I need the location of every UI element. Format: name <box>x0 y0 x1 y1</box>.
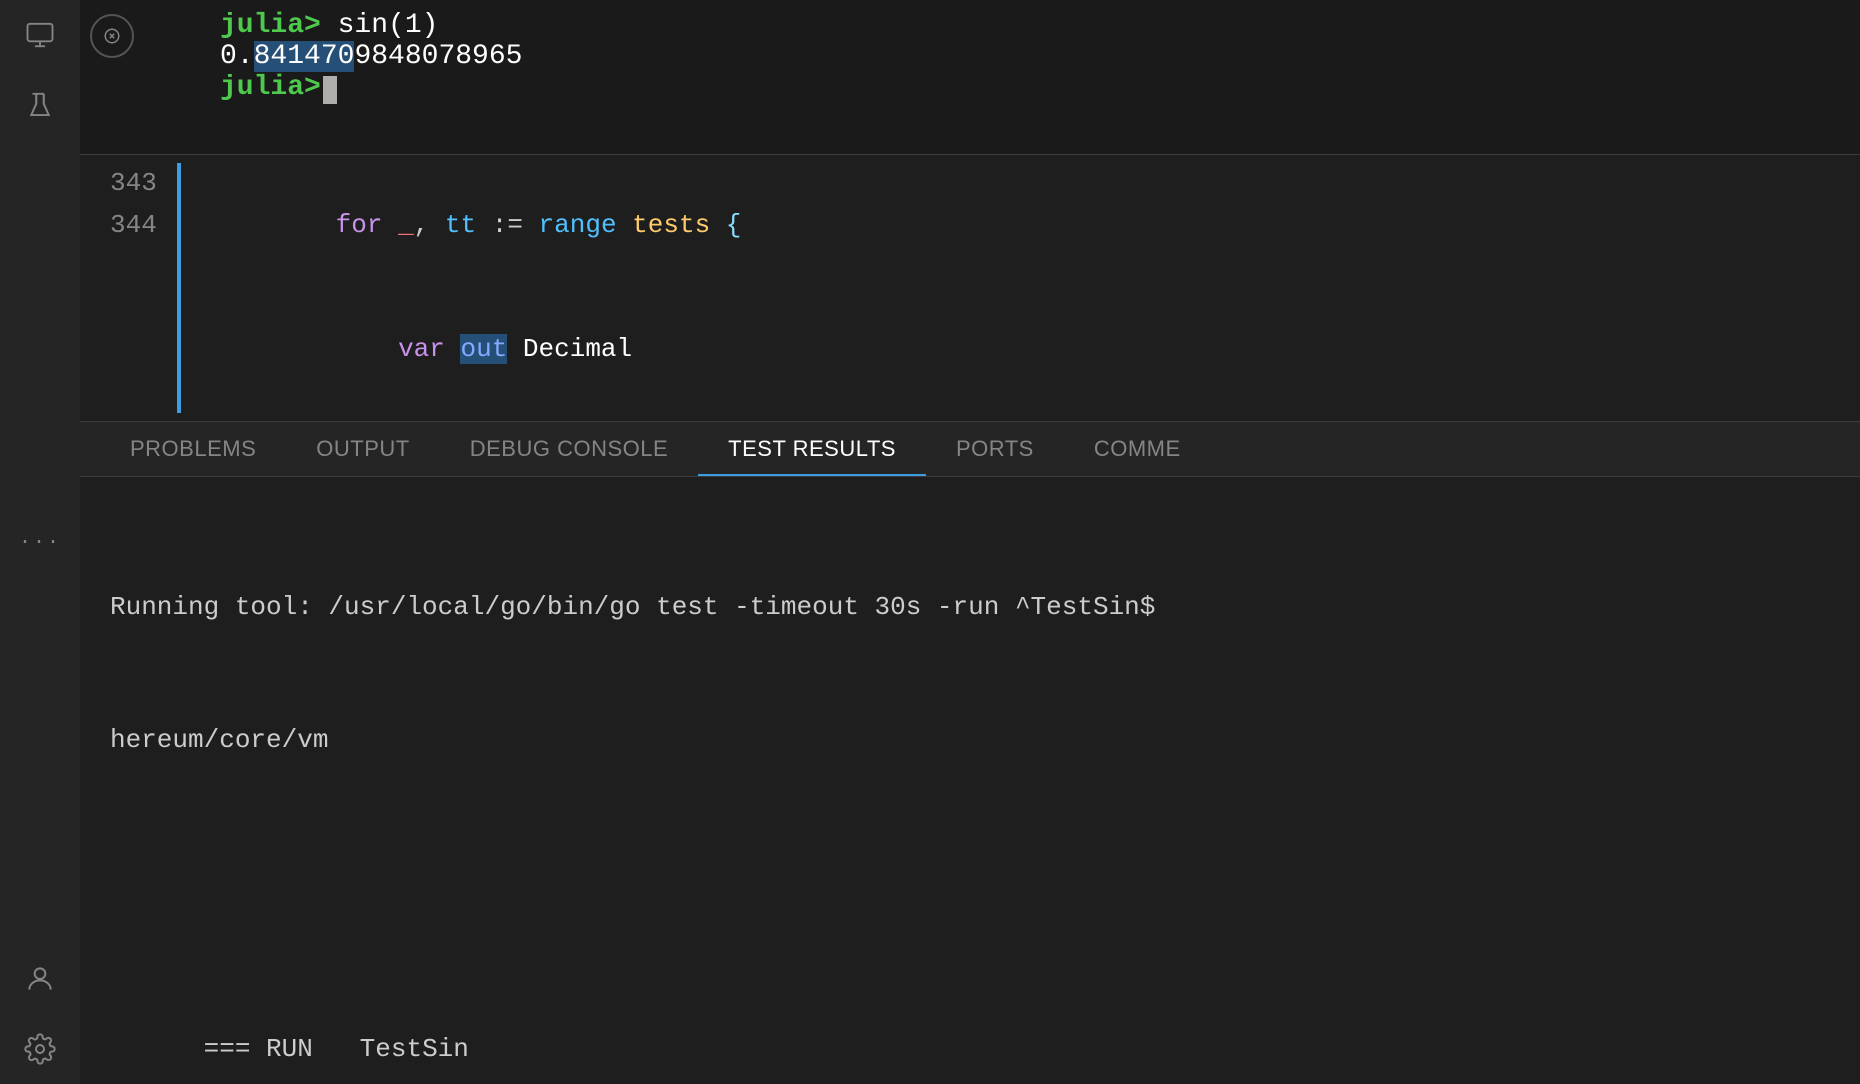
julia-prompt1: julia> <box>220 10 321 41</box>
code-editor: 343 344 for _, tt := range tests { var o… <box>80 155 1860 422</box>
terminal-section: julia> sin(1) 0.8414709848078965 julia> <box>80 0 1860 155</box>
julia-prompt2: julia> <box>220 72 321 103</box>
terminal-cursor <box>323 76 337 104</box>
line-numbers: 343 344 <box>80 163 177 413</box>
tab-ports[interactable]: PORTS <box>926 422 1064 476</box>
julia-result: 0.8414709848078965 <box>220 41 522 72</box>
sidebar: ··· <box>0 0 80 1084</box>
monitor-icon[interactable] <box>15 10 65 60</box>
main-content: julia> sin(1) 0.8414709848078965 julia> … <box>80 0 1860 1084</box>
code-line-344: var out Decimal <box>211 288 742 413</box>
julia-line1: julia> sin(1) <box>160 10 1840 41</box>
blank-line1 <box>110 850 1830 894</box>
terminal-close-button[interactable] <box>90 14 134 58</box>
running-tool-line2: hereum/core/vm <box>110 718 1830 762</box>
line-num-343: 343 <box>110 163 157 205</box>
tab-output[interactable]: OUTPUT <box>286 422 439 476</box>
ellipsis-icon: ··· <box>15 517 65 567</box>
panel-tabs: PROBLEMS OUTPUT DEBUG CONSOLE TEST RESUL… <box>80 422 1860 477</box>
tab-problems[interactable]: PROBLEMS <box>100 422 286 476</box>
julia-command: sin(1) <box>321 10 439 41</box>
tab-debug-console[interactable]: DEBUG CONSOLE <box>440 422 698 476</box>
running-tool-line1: Running tool: /usr/local/go/bin/go test … <box>110 585 1830 629</box>
line-num-344: 344 <box>110 205 157 247</box>
flask-icon[interactable] <box>15 80 65 130</box>
code-line-343: for _, tt := range tests { <box>211 163 742 288</box>
tab-comments[interactable]: COMME <box>1064 422 1211 476</box>
panel-content: Running tool: /usr/local/go/bin/go test … <box>80 477 1860 1084</box>
run-line: === RUN TestSin <box>110 983 1830 1084</box>
active-line-bar <box>177 163 181 413</box>
code-content: for _, tt := range tests { var out Decim… <box>191 163 742 413</box>
julia-line2: julia> <box>160 72 1840 104</box>
tab-test-results[interactable]: TEST RESULTS <box>698 422 926 476</box>
person-icon[interactable] <box>15 954 65 1004</box>
settings-icon[interactable] <box>15 1024 65 1074</box>
julia-result-line: 0.8414709848078965 <box>160 41 1840 72</box>
